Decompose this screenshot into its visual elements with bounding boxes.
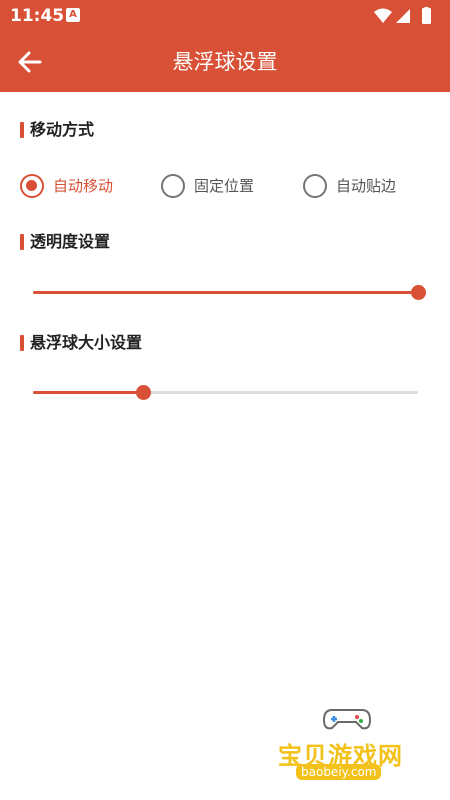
radio-circle[interactable] — [20, 174, 44, 198]
battery-icon — [422, 8, 431, 24]
radio-label: 固定位置 — [194, 177, 255, 195]
radio-dot — [26, 180, 37, 191]
section-accent-bar — [20, 335, 24, 351]
status-time: 11:45 — [10, 6, 65, 26]
page-title: 悬浮球设置 — [172, 50, 278, 74]
move-mode-title: 移动方式 — [30, 120, 95, 139]
status-icons — [374, 7, 431, 24]
slider-thumb[interactable] — [411, 285, 426, 300]
app-bar: 悬浮球设置 — [0, 32, 450, 92]
signal-icon — [396, 9, 410, 23]
radio-label: 自动贴边 — [336, 177, 397, 195]
section-accent-bar — [20, 234, 24, 250]
section-accent-bar — [20, 122, 24, 138]
radio-circle[interactable] — [161, 174, 185, 198]
radio-label: 自动移动 — [53, 177, 114, 195]
wifi-icon — [374, 8, 392, 23]
radio-circle[interactable] — [303, 174, 327, 198]
opacity-title: 透明度设置 — [30, 232, 111, 251]
watermark: 宝贝游戏网 baobeiy.com — [270, 700, 450, 800]
status-bar: 11:45 A — [0, 0, 450, 32]
notification-badge: A — [66, 8, 80, 22]
ball-size-slider[interactable] — [33, 382, 418, 402]
gamepad-icon — [322, 709, 372, 730]
ball-size-title: 悬浮球大小设置 — [30, 333, 143, 352]
opacity-slider[interactable] — [33, 282, 426, 302]
watermark-url: baobeiy.com — [296, 764, 382, 780]
slider-thumb[interactable] — [136, 385, 151, 400]
slider-fill — [33, 291, 418, 294]
slider-fill — [33, 391, 143, 394]
